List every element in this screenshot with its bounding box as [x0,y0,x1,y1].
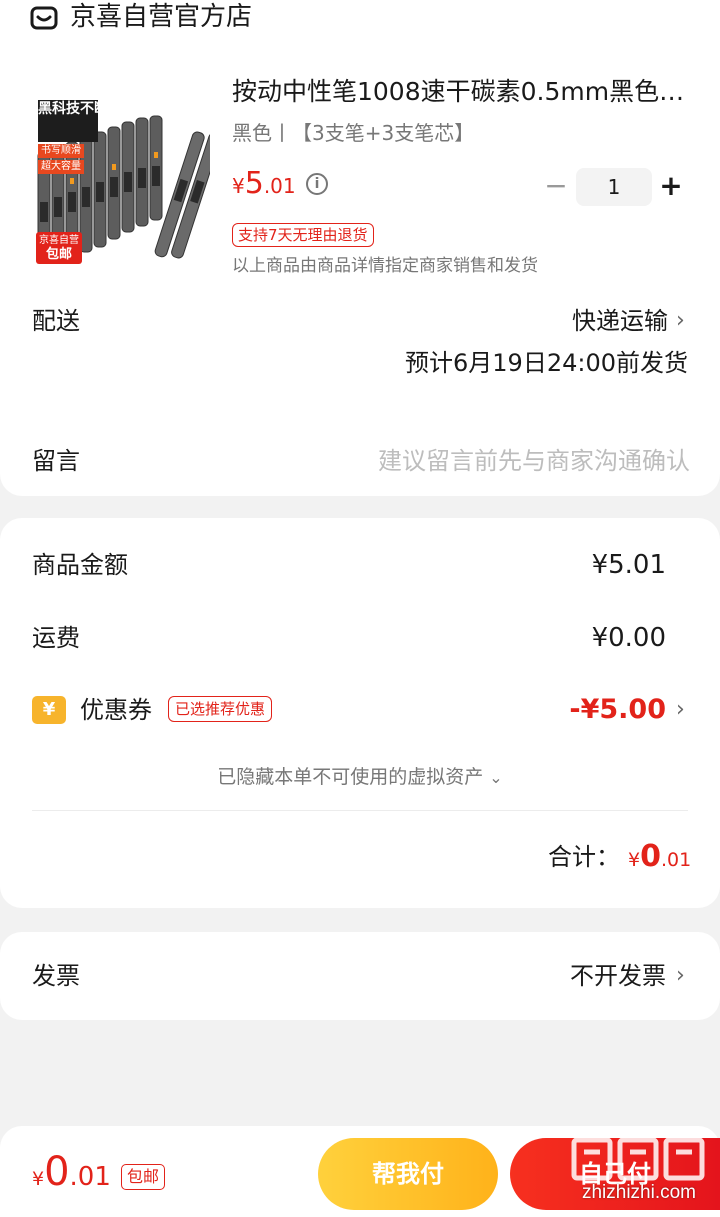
message-label: 留言 [32,447,80,475]
product-price: ¥5.01 [232,164,296,208]
total-value: ¥0.01 [628,838,691,880]
product-image-tag: 书写顺滑 [38,144,84,158]
product-image-tag: 超大容量 [38,160,84,174]
return-policy-badge: 支持7天无理由退货 [232,223,374,247]
product-title[interactable]: 按动中性笔1008速干碳素0.5mm黑色按动笔 [232,74,692,110]
seller-note: 以上商品由商品详情指定商家销售和发货 [232,256,538,276]
watermark-text: zhizhizhi.com [581,1182,697,1203]
chevron-right-icon[interactable]: › [676,959,685,993]
invoice-value[interactable]: 不开发票 [570,959,666,993]
checkout-total-symbol: ¥ [32,1168,45,1190]
corner-badge-bottom: 包邮 [45,247,72,262]
quantity-decrease-button[interactable]: − [544,170,568,204]
message-input[interactable] [300,442,690,480]
shipping-fee-label: 运费 [32,624,80,652]
chevron-down-icon: ⌄ [489,768,503,787]
coupon-icon: ¥ [32,696,66,724]
invoice-label: 发票 [32,962,80,990]
corner-badge-top: 京喜自营 [39,235,79,246]
coupon-label[interactable]: 优惠券 [80,693,152,727]
quantity-increase-button[interactable]: + [658,170,684,204]
product-image[interactable]: 黑科技不断墨 书写顺滑 超大容量 京喜自营 包邮 [30,82,210,267]
help-me-pay-button[interactable]: 帮我付 [318,1138,498,1210]
chevron-right-icon[interactable]: › [676,693,685,727]
delivery-method[interactable]: 快递运输 [572,304,668,338]
divider [32,810,688,811]
product-image-corner-badge: 京喜自营 包邮 [36,232,82,264]
price-symbol: ¥ [232,174,245,198]
chevron-right-icon[interactable]: › [676,304,685,338]
watermark: zhizhizhi.com [564,1134,714,1212]
goods-amount-value: ¥5.01 [591,550,666,580]
goods-amount-label: 商品金额 [32,551,128,579]
price-info-icon[interactable]: i [306,173,328,195]
quantity-input[interactable]: 1 [576,168,652,206]
coupon-discount-value[interactable]: -¥5.00 [569,693,666,727]
total-symbol: ¥ [628,849,641,871]
total-decimal: .01 [660,849,692,871]
price-integer: 5 [244,166,264,201]
checkout-total-integer: 0 [44,1149,70,1195]
free-shipping-badge: 包邮 [121,1164,166,1190]
total-label: 合计： [548,843,620,871]
checkout-total-decimal: .01 [69,1162,111,1192]
hidden-assets-text: 已隐藏本单不可使用的虚拟资产 [217,766,484,788]
shop-name[interactable]: 京喜自营官方店 [70,0,252,34]
shop-icon [30,6,58,30]
hidden-assets-toggle[interactable]: 已隐藏本单不可使用的虚拟资产 ⌄ [0,762,720,793]
coupon-recommended-badge: 已选推荐优惠 [168,696,273,722]
price-decimal: .01 [263,174,296,198]
watermark-logo [571,1137,705,1181]
checkout-total: ¥0.01 [32,1148,111,1204]
shipping-fee-value: ¥0.00 [591,623,666,653]
delivery-label: 配送 [32,307,80,335]
product-spec[interactable]: 黑色丨【3支笔+3支笔芯】 [232,118,474,148]
total-integer: 0 [640,839,661,874]
delivery-eta: 预计6月19日24:00前发货 [405,349,688,377]
product-image-headline: 黑科技不断墨 [38,100,122,142]
